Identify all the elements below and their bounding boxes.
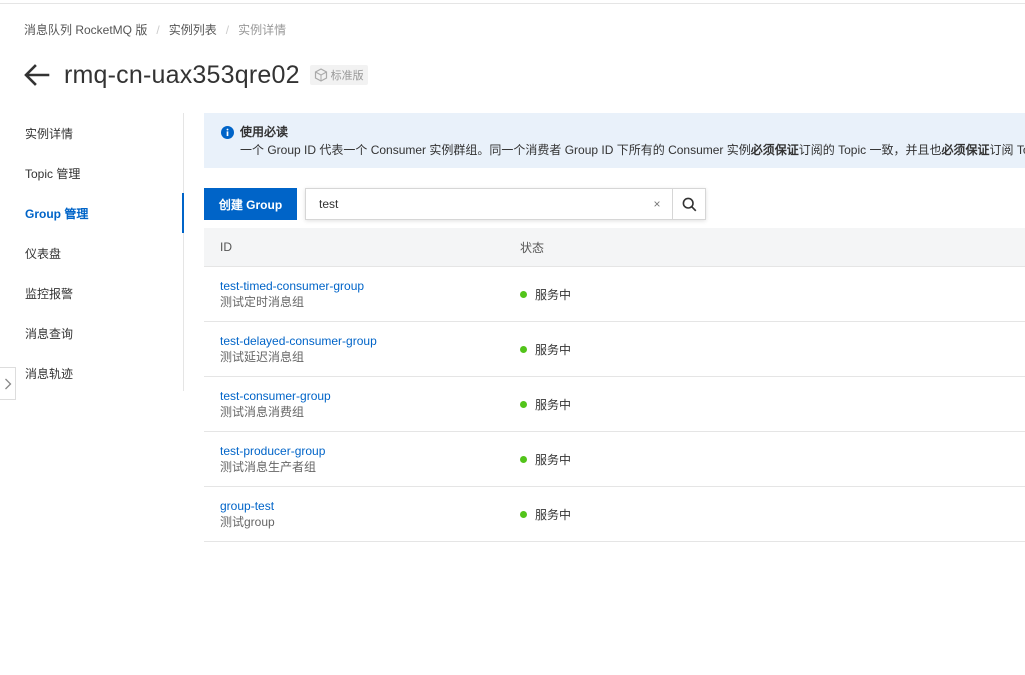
top-divider: [0, 0, 1025, 4]
sidebar-item-message-query[interactable]: 消息查询: [0, 313, 183, 353]
notice-title: 使用必读: [240, 125, 289, 139]
status-dot-icon: [520, 510, 527, 518]
group-id-link[interactable]: test-producer-group: [220, 443, 504, 459]
status-text: 服务中: [535, 342, 572, 357]
status-text: 服务中: [535, 507, 572, 522]
table-row: test-producer-group 测试消息生产者组 服务中: [204, 432, 1025, 487]
sidebar-item-instance-detail[interactable]: 实例详情: [0, 113, 183, 153]
notice-text: 一个 Group ID 代表一个 Consumer 实例群组。同一个消费者 Gr…: [240, 143, 751, 157]
sidebar-nav: 实例详情 Topic 管理 Group 管理 仪表盘 监控报警 消息查询 消息轨…: [0, 113, 184, 391]
box-icon: [314, 68, 327, 82]
status-cell: 服务中: [504, 451, 571, 468]
group-id-cell: test-producer-group 测试消息生产者组: [204, 443, 504, 476]
notice-emphasis: 必须保证: [941, 143, 990, 157]
notice-text: 订阅的 Topic 一致，并且也: [798, 143, 942, 157]
status-dot-icon: [520, 400, 527, 408]
group-description: 测试消息生产者组: [220, 459, 317, 474]
status-text: 服务中: [535, 452, 572, 467]
column-header-status: 状态: [520, 240, 545, 255]
sidebar-item-group[interactable]: Group 管理: [0, 193, 184, 233]
group-id-link[interactable]: group-test: [220, 498, 504, 514]
breadcrumb-rocketmq[interactable]: 消息队列 RocketMQ 版: [24, 21, 147, 38]
page-header: rmq-cn-uax353qre02 标准版: [24, 60, 368, 90]
group-id-cell: test-delayed-consumer-group 测试延迟消息组: [204, 333, 504, 366]
table-row: test-consumer-group 测试消息消费组 服务中: [204, 377, 1025, 432]
status-cell: 服务中: [504, 396, 571, 413]
sidebar-item-dashboard[interactable]: 仪表盘: [0, 233, 183, 273]
search-button[interactable]: [672, 189, 705, 219]
sidebar-item-message-trace[interactable]: 消息轨迹: [0, 353, 183, 393]
sidebar-collapse-button[interactable]: [0, 367, 16, 400]
group-description: 测试group: [220, 514, 275, 529]
status-text: 服务中: [535, 397, 572, 412]
create-group-button[interactable]: 创建 Group: [204, 188, 297, 220]
breadcrumb-separator: /: [156, 22, 160, 37]
status-dot-icon: [520, 345, 527, 353]
status-dot-icon: [520, 290, 527, 298]
sidebar-item-monitoring-alerts[interactable]: 监控报警: [0, 273, 183, 313]
edition-badge: 标准版: [309, 65, 368, 85]
status-cell: 服务中: [504, 341, 571, 358]
notice-emphasis: 必须保证: [750, 143, 799, 157]
group-id-link[interactable]: test-timed-consumer-group: [220, 278, 504, 294]
notice-text: 订阅 Topic: [989, 143, 1025, 157]
arrow-left-icon[interactable]: [24, 60, 50, 90]
usage-notice: 使用必读 一个 Group ID 代表一个 Consumer 实例群组。同一个消…: [204, 113, 1025, 168]
group-id-cell: group-test 测试group: [204, 498, 504, 531]
group-id-link[interactable]: test-delayed-consumer-group: [220, 333, 504, 349]
breadcrumb-instance-detail: 实例详情: [238, 23, 287, 37]
breadcrumb: 消息队列 RocketMQ 版 / 实例列表 / 实例详情: [24, 21, 286, 38]
table-row: test-delayed-consumer-group 测试延迟消息组 服务中: [204, 322, 1025, 377]
group-description: 测试消息消费组: [220, 404, 305, 419]
table-body: test-timed-consumer-group 测试定时消息组 服务中 test-…: [204, 267, 1025, 542]
notice-body: 一个 Group ID 代表一个 Consumer 实例群组。同一个消费者 Gr…: [240, 142, 1025, 158]
table-header: ID 状态: [204, 228, 1025, 267]
search-input[interactable]: [306, 189, 642, 219]
group-id-cell: test-timed-consumer-group 测试定时消息组: [204, 278, 504, 311]
breadcrumb-instance-list[interactable]: 实例列表: [169, 21, 217, 38]
status-dot-icon: [520, 455, 527, 463]
info-icon: [221, 126, 234, 139]
column-header-id: ID: [220, 240, 232, 254]
close-icon[interactable]: ×: [642, 189, 672, 219]
group-id-cell: test-consumer-group 测试消息消费组: [204, 388, 504, 421]
table-row: test-timed-consumer-group 测试定时消息组 服务中: [204, 267, 1025, 322]
group-search: ×: [305, 188, 706, 220]
edition-badge-label: 标准版: [330, 70, 364, 82]
breadcrumb-separator: /: [225, 22, 230, 37]
status-text: 服务中: [535, 287, 572, 302]
table-row: group-test 测试group 服务中: [204, 487, 1025, 542]
status-cell: 服务中: [504, 286, 571, 303]
chevron-right-icon: [4, 378, 11, 389]
group-description: 测试延迟消息组: [220, 349, 305, 364]
search-icon: [682, 197, 696, 211]
group-table: ID 状态 test-timed-consumer-group 测试定时消息组服务…: [204, 228, 1025, 542]
page-title: rmq-cn-uax353qre02: [64, 60, 300, 89]
status-cell: 服务中: [504, 506, 571, 523]
group-id-link[interactable]: test-consumer-group: [220, 388, 504, 404]
group-description: 测试定时消息组: [220, 294, 305, 309]
sidebar-item-topic[interactable]: Topic 管理: [0, 153, 183, 193]
